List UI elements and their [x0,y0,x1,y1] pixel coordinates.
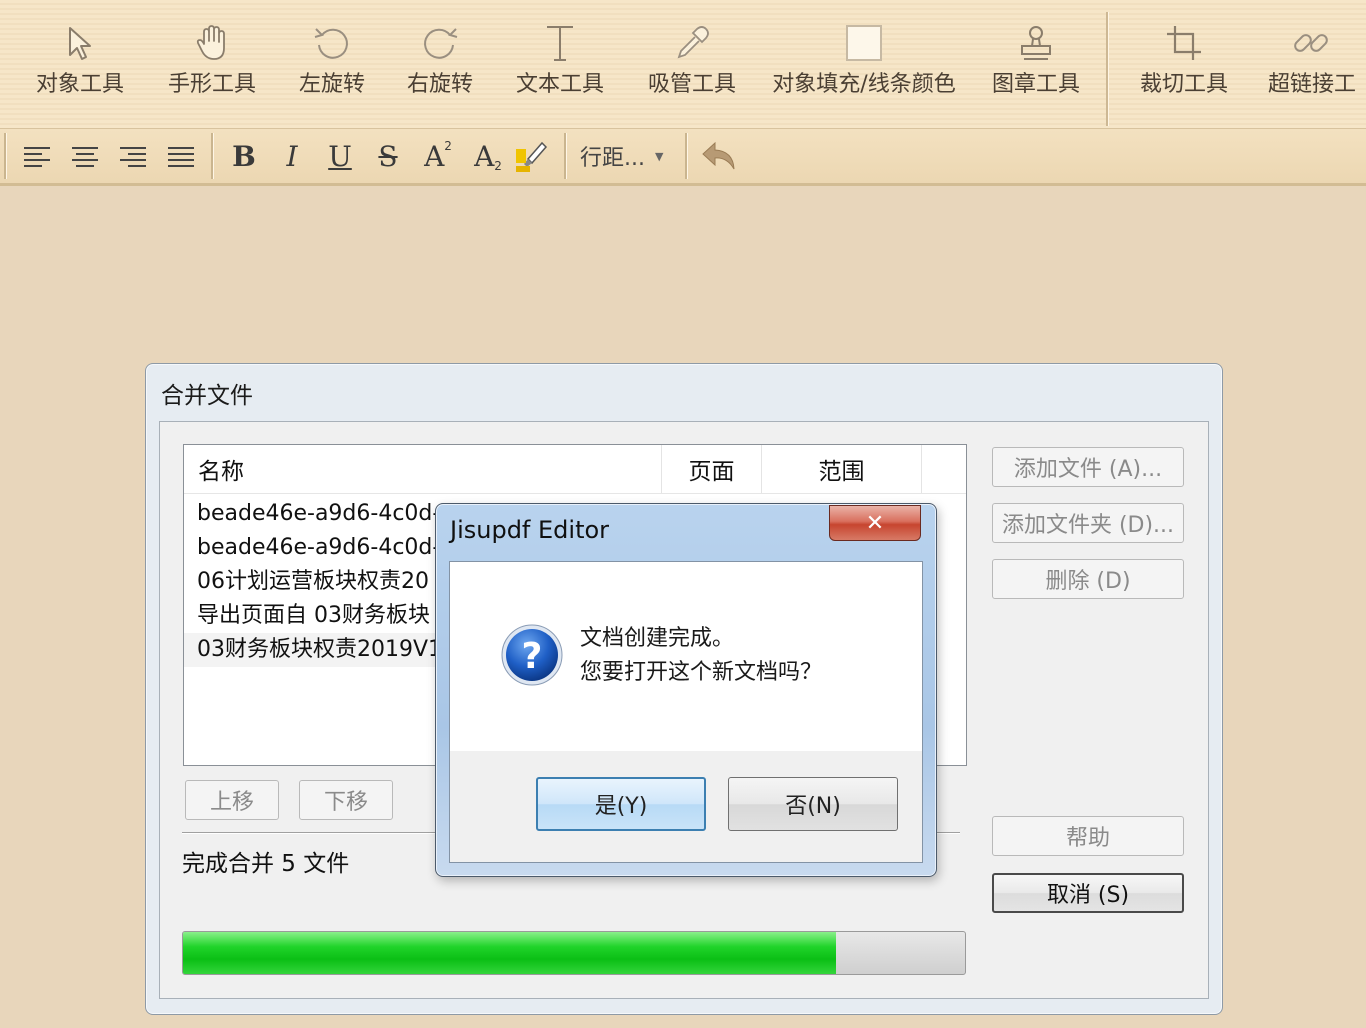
bold-button[interactable]: B [226,137,262,175]
message-box-title: Jisupdf Editor [450,516,610,544]
tool-label: 图章工具 [991,72,1080,97]
align-right-icon [120,147,146,167]
chevron-down-icon: ▼ [654,149,664,163]
status-text: 完成合并 5 文件 [182,851,350,877]
align-justify-button[interactable] [162,137,200,175]
subscript-mark: 2 [494,159,502,173]
superscript-button[interactable]: A2 [418,137,458,175]
hand-icon [195,22,229,64]
tool-hyperlink[interactable]: 超链接工 [1256,0,1366,128]
undo-button[interactable] [698,137,740,175]
tool-label: 右旋转 [406,72,473,97]
close-icon: ✕ [865,510,885,536]
toolbar-separator [564,133,567,179]
no-button[interactable]: 否(N) [728,777,898,831]
hyperlink-icon [1292,22,1330,64]
move-up-button[interactable]: 上移 [185,780,279,820]
fill-color-icon [845,22,883,64]
add-folder-button[interactable]: 添加文件夹 (D)... [992,503,1184,543]
message-line-1: 文档创建完成。 [580,626,735,651]
confirm-message-box: Jisupdf Editor ✕ ? 文档创建完成。 您要打开这个新文档吗？ 是… [435,503,937,877]
tool-label: 文本工具 [515,72,604,97]
cancel-button[interactable]: 取消 (S) [992,873,1184,913]
format-toolbar: B I U S A2 A2 行距... ▼ [0,129,1366,186]
toolbar-separator [211,133,214,179]
svg-text:?: ? [522,636,543,677]
tool-label: 超链接工 [1268,72,1357,97]
align-left-icon [24,147,50,167]
list-item-selected[interactable]: 03财务板块权责2019V1 [184,633,457,667]
stamp-icon [1018,22,1054,64]
tool-label: 对象工具 [35,72,124,97]
close-button[interactable]: ✕ [829,505,921,541]
align-justify-icon [168,147,194,167]
column-header-range[interactable]: 范围 [762,445,922,493]
tool-rotate-left[interactable]: 左旋转 [284,0,380,128]
underline-button[interactable]: U [322,137,358,175]
tool-eyedropper[interactable]: 吸管工具 [632,0,752,128]
highlighter-icon [516,141,548,172]
message-line-2: 您要打开这个新文档吗？ [580,660,823,685]
tool-fill-color[interactable]: 对象填充/线条颜色 [764,0,964,128]
help-button[interactable]: 帮助 [992,816,1184,856]
align-center-button[interactable] [66,137,104,175]
move-down-button[interactable]: 下移 [299,780,393,820]
message-area: ? 文档创建完成。 您要打开这个新文档吗？ [450,562,922,751]
tool-object[interactable]: 对象工具 [20,0,140,128]
subscript-glyph: A [474,139,495,173]
toolbar-separator [1106,12,1109,126]
tool-text[interactable]: 文本工具 [500,0,620,128]
highlight-button[interactable] [512,137,550,175]
tool-label: 吸管工具 [647,72,736,97]
toolbar-separator [4,133,7,179]
cursor-arrow-icon [65,22,95,64]
tool-label: 裁切工具 [1139,72,1228,97]
strikethrough-button[interactable]: S [370,137,406,175]
tool-hand[interactable]: 手形工具 [152,0,272,128]
question-icon: ? [500,623,564,691]
italic-button[interactable]: I [274,137,310,175]
tool-label: 手形工具 [167,72,256,97]
dialog-title: 合并文件 [161,383,253,409]
list-header: 名称 页面 范围 [184,445,966,494]
superscript-mark: 2 [444,139,452,153]
progress-fill [183,932,836,974]
align-left-button[interactable] [18,137,56,175]
line-spacing-label: 行距... [580,146,645,171]
undo-arrow-icon [702,141,735,170]
eyedropper-icon [674,22,710,64]
main-toolbar: 对象工具 手形工具 左旋转 右旋转 文本工具 吸管工具 对象填充/线条颜色 图章… [0,0,1366,129]
align-center-icon [72,147,98,167]
merge-progress-bar [182,931,966,975]
subscript-button[interactable]: A2 [468,137,508,175]
crop-icon [1165,22,1203,64]
message-box-body: ? 文档创建完成。 您要打开这个新文档吗？ 是(Y) 否(N) [449,561,923,863]
message-text: 文档创建完成。 您要打开这个新文档吗？ [580,622,822,690]
toolbar-separator [685,133,688,179]
column-header-name[interactable]: 名称 [184,445,662,493]
rotate-right-icon [420,22,460,64]
yes-button[interactable]: 是(Y) [536,777,706,831]
line-spacing-dropdown[interactable]: 行距... ▼ [580,137,678,175]
tool-crop[interactable]: 裁切工具 [1124,0,1244,128]
tool-label: 左旋转 [298,72,365,97]
tool-stamp[interactable]: 图章工具 [976,0,1096,128]
align-right-button[interactable] [114,137,152,175]
delete-button[interactable]: 删除 (D) [992,559,1184,599]
text-icon [543,22,577,64]
tool-label: 对象填充/线条颜色 [772,72,956,97]
tool-rotate-right[interactable]: 右旋转 [392,0,488,128]
superscript-glyph: A [424,139,445,173]
add-file-button[interactable]: 添加文件 (A)... [992,447,1184,487]
column-header-pages[interactable]: 页面 [662,445,762,493]
rotate-left-icon [312,22,352,64]
